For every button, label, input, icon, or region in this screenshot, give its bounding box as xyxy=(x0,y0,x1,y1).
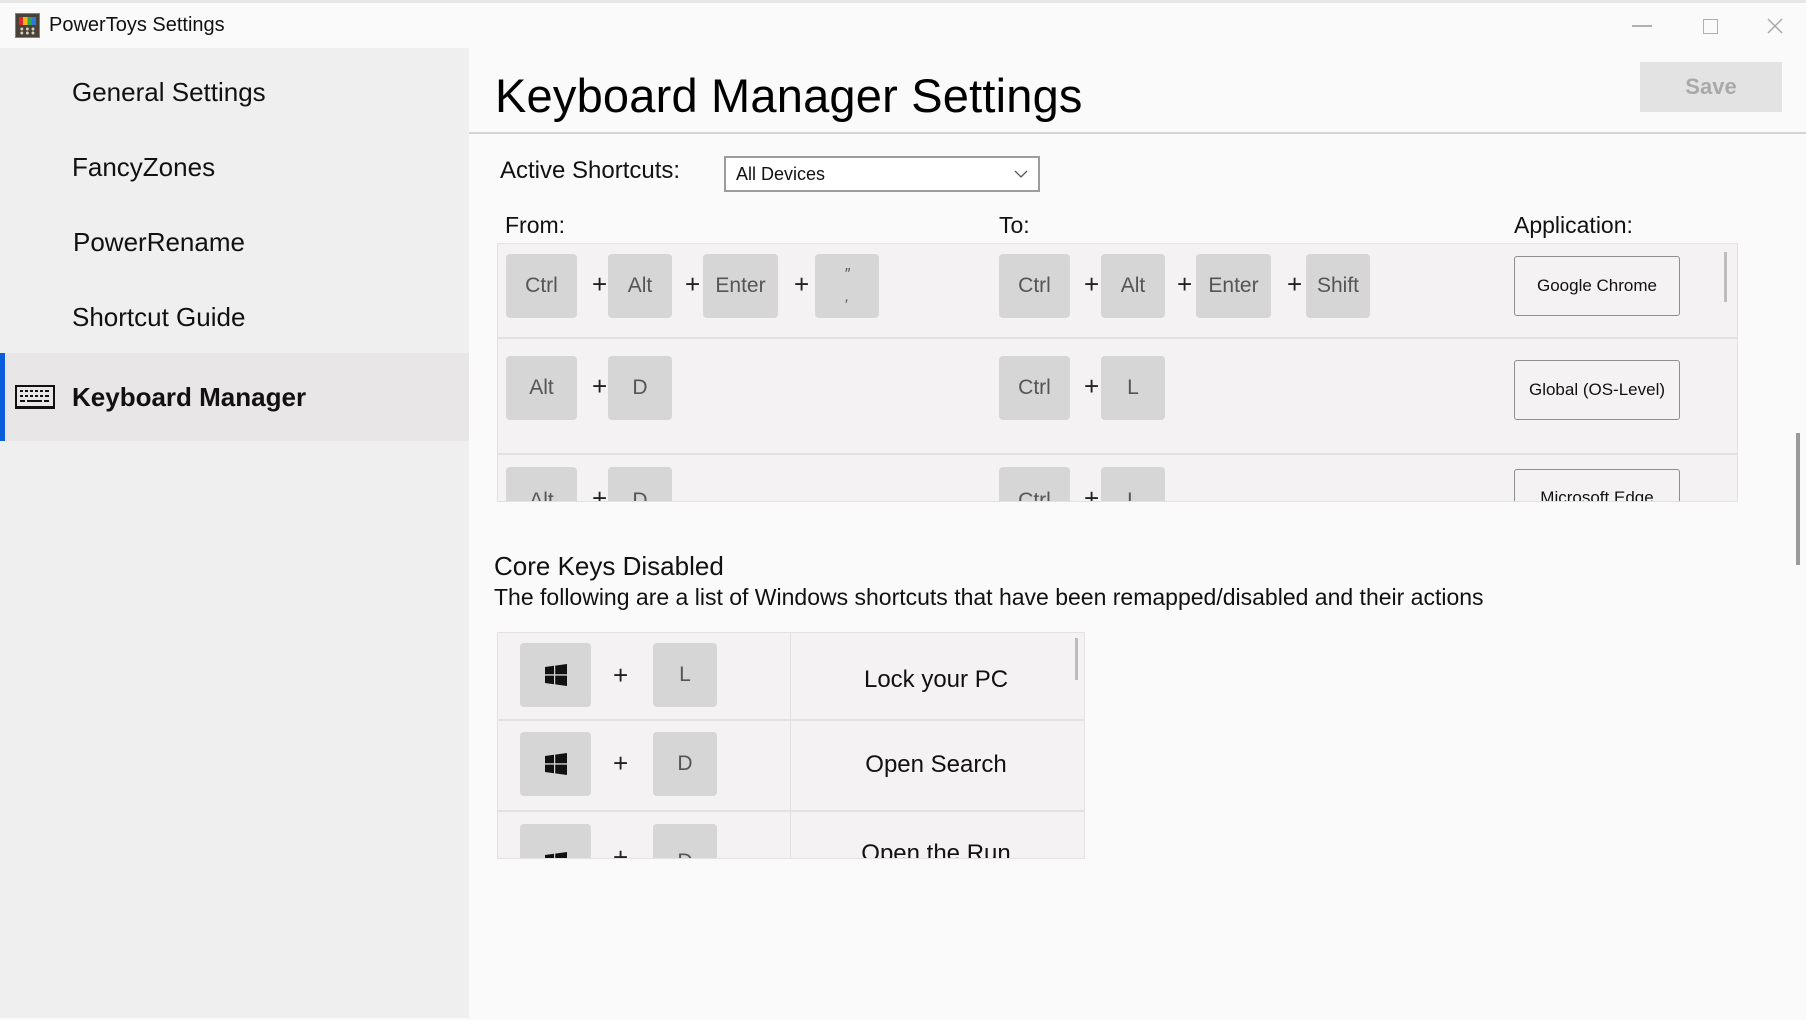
key-cap: D xyxy=(653,824,717,858)
application-column-header: Application: xyxy=(1514,212,1633,238)
key-cap: Enter xyxy=(703,254,778,318)
core-keys-title: Core Keys Disabled xyxy=(494,551,724,581)
sidebar-item-general-settings[interactable]: General Settings xyxy=(0,55,469,130)
windows-key xyxy=(520,732,591,796)
save-button[interactable]: Save xyxy=(1640,62,1782,112)
plus-separator: + xyxy=(794,269,810,299)
application-button[interactable]: Microsoft Edge xyxy=(1514,469,1680,501)
chevron-down-icon xyxy=(1014,170,1028,178)
table-row: + D Open Search xyxy=(498,721,1084,812)
core-keys-description: The following are a list of Windows shor… xyxy=(494,584,1484,610)
windows-logo-icon xyxy=(544,852,567,858)
key-cap: Shift xyxy=(1306,254,1370,318)
key-cap: Ctrl xyxy=(999,254,1070,318)
active-shortcuts-label: Active Shortcuts: xyxy=(500,157,681,184)
sidebar-item-fancyzones[interactable]: FancyZones xyxy=(0,130,469,205)
action-label: Open Search xyxy=(865,751,1007,778)
sidebar-item-shortcut-guide[interactable]: Shortcut Guide xyxy=(0,280,469,355)
sidebar-item-label: PowerRename xyxy=(73,227,245,257)
sidebar-item-powerrename[interactable]: PowerRename xyxy=(0,205,469,280)
main-content: Keyboard Manager Settings Save Active Sh… xyxy=(469,0,1806,1020)
key-cap: L xyxy=(1101,356,1165,420)
shortcuts-list[interactable]: Ctrl + Alt + Enter + ″ ‚ Ctrl + Alt + Ent… xyxy=(497,243,1738,502)
device-dropdown-value: All Devices xyxy=(736,163,826,184)
plus-separator: + xyxy=(1084,269,1100,299)
key-cap: D xyxy=(608,467,672,501)
windows-logo-icon xyxy=(544,753,567,775)
plus-separator: + xyxy=(613,660,629,690)
device-dropdown[interactable]: All Devices xyxy=(724,156,1040,192)
plus-separator: + xyxy=(613,748,629,778)
core-keys-list-scrollbar[interactable] xyxy=(1075,638,1078,680)
plus-separator: + xyxy=(592,371,608,401)
key-cap: Ctrl xyxy=(506,254,577,318)
sidebar-item-label: General Settings xyxy=(72,77,266,107)
key-cap: Alt xyxy=(608,254,672,318)
table-row: Alt + D Ctrl + L Global (OS-Level) xyxy=(498,339,1737,455)
action-label: Lock your PC xyxy=(863,666,1009,693)
key-cap: L xyxy=(653,643,717,707)
table-row: + D Open the Run xyxy=(498,812,1084,859)
windows-logo-icon xyxy=(544,664,567,686)
main-scrollbar[interactable] xyxy=(1796,433,1800,565)
plus-separator: + xyxy=(592,483,608,502)
sidebar-item-keyboard-manager[interactable]: Keyboard Manager xyxy=(0,353,469,441)
plus-separator: + xyxy=(1084,483,1100,502)
plus-separator: + xyxy=(1177,269,1193,299)
key-cap-quote: ″ ‚ xyxy=(815,254,879,318)
action-label: Open the Run xyxy=(861,840,1011,859)
header-divider xyxy=(469,132,1806,134)
window-title: PowerToys Settings xyxy=(49,14,225,36)
key-cap: Alt xyxy=(506,356,577,420)
key-cap: Enter xyxy=(1196,254,1271,318)
key-cap: Ctrl xyxy=(999,356,1070,420)
plus-separator: + xyxy=(592,269,608,299)
page-title: Keyboard Manager Settings xyxy=(495,69,1083,122)
keyboard-icon xyxy=(15,385,55,409)
plus-separator: + xyxy=(1287,269,1303,299)
key-cap: D xyxy=(653,732,717,796)
table-row: Ctrl + Alt + Enter + ″ ‚ Ctrl + Alt + Ent… xyxy=(498,244,1737,339)
application-button[interactable]: Google Chrome xyxy=(1514,256,1680,316)
sidebar: General Settings FancyZones PowerRename … xyxy=(0,48,469,1018)
table-row: Alt + D Ctrl + L Microsoft Edge xyxy=(498,455,1737,502)
windows-key xyxy=(520,643,591,707)
plus-separator: + xyxy=(1084,371,1100,401)
key-cap: Ctrl xyxy=(999,467,1070,501)
sidebar-item-label: FancyZones xyxy=(72,152,216,182)
powertoys-icon xyxy=(15,13,40,38)
windows-key xyxy=(520,824,591,858)
shortcuts-list-scrollbar[interactable] xyxy=(1724,252,1727,302)
application-button[interactable]: Global (OS-Level) xyxy=(1514,360,1680,420)
plus-separator: + xyxy=(685,269,701,299)
to-column-header: To: xyxy=(999,212,1030,238)
table-row: + L Lock your PC xyxy=(498,633,1084,721)
key-cap: D xyxy=(608,356,672,420)
core-keys-list[interactable]: + L Lock your PC + D Open Search + D Ope… xyxy=(497,632,1085,859)
from-column-header: From: xyxy=(505,212,566,238)
key-cap: L xyxy=(1101,467,1165,501)
key-cap: Alt xyxy=(506,467,577,501)
sidebar-item-label: Shortcut Guide xyxy=(72,302,246,332)
sidebar-item-label: Keyboard Manager xyxy=(72,381,307,412)
plus-separator: + xyxy=(613,842,629,859)
key-cap: Alt xyxy=(1101,254,1165,318)
